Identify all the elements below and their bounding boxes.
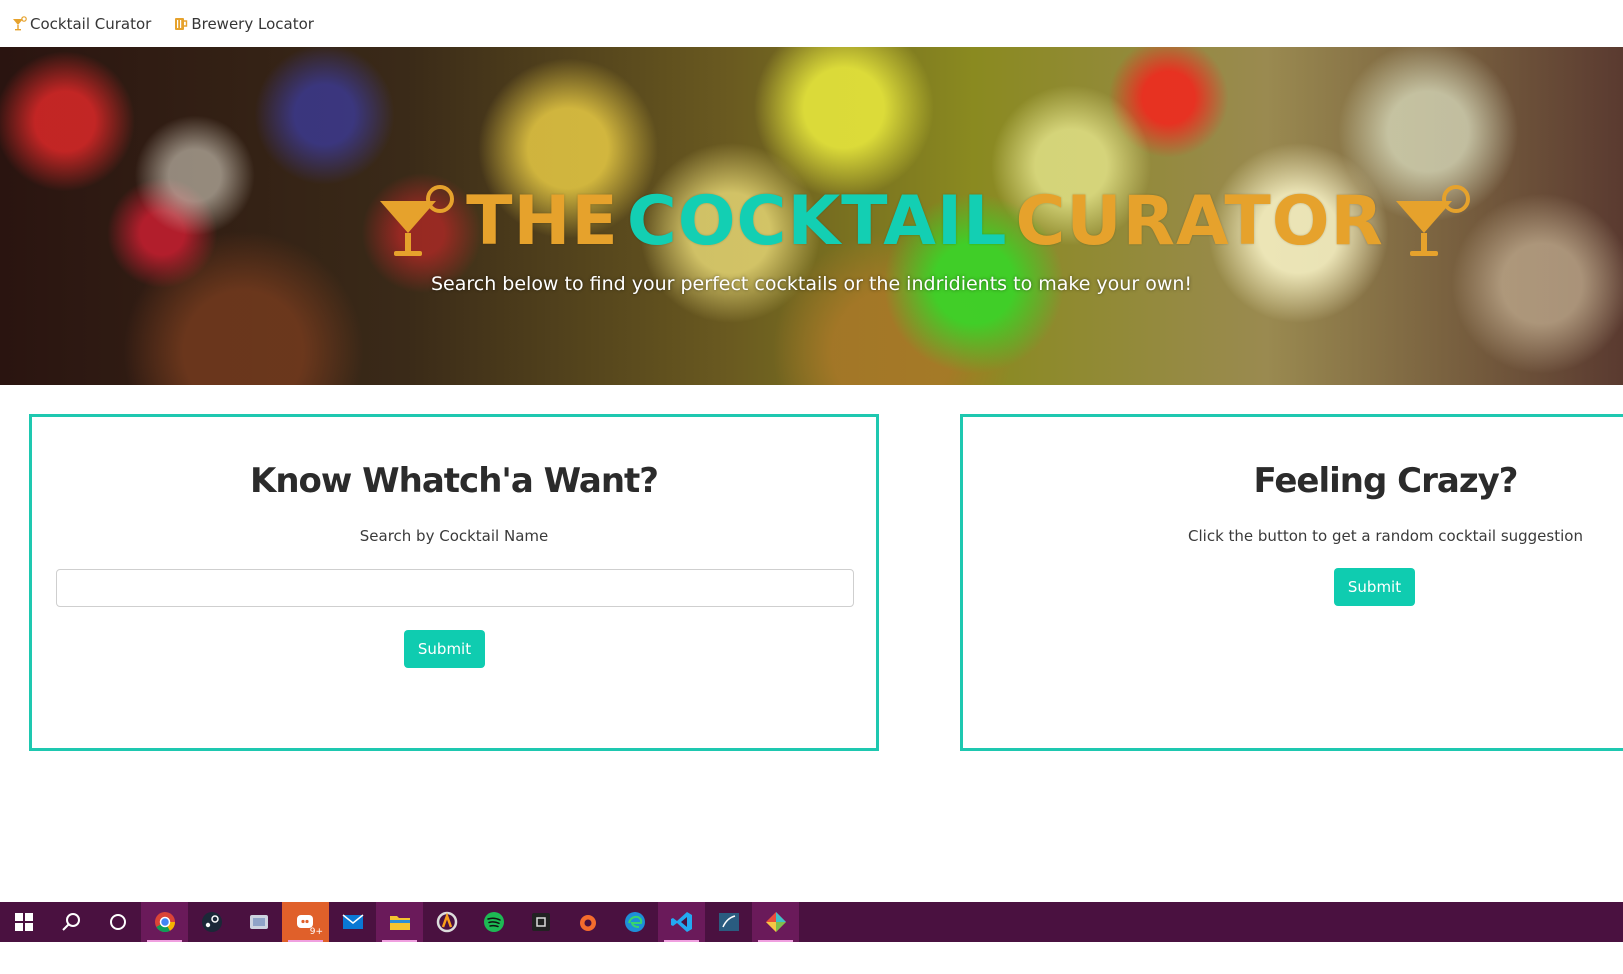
taskbar-search[interactable] — [47, 902, 94, 942]
cocktail-name-input[interactable] — [56, 569, 854, 607]
title-the: THE — [466, 182, 619, 261]
mysql-icon — [718, 913, 739, 931]
title-curator: CURATOR — [1015, 182, 1384, 261]
nav-label-brewery-locator: Brewery Locator — [191, 14, 314, 33]
taskbar-steam[interactable] — [188, 902, 235, 942]
git-kraken-icon — [765, 912, 786, 932]
taskbar-git-kraken[interactable] — [752, 902, 799, 942]
hero-title: THE COCKTAIL CURATOR — [340, 177, 1510, 267]
taskbar-discord[interactable]: 9+ — [282, 902, 329, 942]
cocktail-glass-icon — [13, 15, 27, 30]
mail-icon — [342, 914, 363, 929]
cocktail-glass-icon — [380, 185, 455, 256]
top-nav: Cocktail Curator Brewery Locator — [0, 0, 1623, 47]
taskbar-vscode[interactable] — [658, 902, 705, 942]
file-explorer-icon — [389, 916, 410, 930]
origin-icon — [579, 915, 596, 931]
random-cocktail-card: Feeling Crazy? Click the button to get a… — [960, 414, 1623, 751]
search-icon — [61, 913, 80, 931]
windows-taskbar: 9+ — [0, 902, 1623, 942]
random-card-description: Click the button to get a random cocktai… — [1188, 527, 1583, 545]
spotify-icon — [483, 912, 504, 932]
steam-icon — [201, 912, 222, 932]
taskbar-origin[interactable] — [564, 902, 611, 942]
hero-banner: THE COCKTAIL CURATOR Search below to fin… — [0, 47, 1623, 385]
taskbar-file-explorer[interactable] — [376, 902, 423, 942]
title-cocktail: COCKTAIL — [626, 182, 1008, 261]
hero-subtitle: Search below to find your perfect cockta… — [430, 273, 1193, 295]
search-card: Know Whatch'a Want? Search by Cocktail N… — [29, 414, 879, 751]
taskbar-terminal[interactable] — [517, 902, 564, 942]
taskbar-spotify[interactable] — [470, 902, 517, 942]
beer-mug-icon — [175, 17, 188, 30]
cortana-icon — [109, 914, 126, 930]
search-submit-button[interactable]: Submit — [404, 630, 485, 668]
taskbar-bottom-strip — [0, 942, 1623, 974]
snip-icon — [249, 915, 268, 929]
windows-start-icon — [14, 913, 33, 931]
nav-item-brewery-locator[interactable]: Brewery Locator — [173, 15, 314, 33]
vscode-icon — [670, 912, 692, 932]
search-card-heading: Know Whatch'a Want? — [249, 461, 659, 501]
taskbar-edge[interactable] — [611, 902, 658, 942]
taskbar-chrome[interactable] — [141, 902, 188, 942]
edge-icon — [624, 912, 645, 932]
terminal-icon — [531, 913, 550, 931]
random-card-heading: Feeling Crazy? — [1253, 461, 1519, 501]
nav-item-cocktail-curator[interactable]: Cocktail Curator — [12, 15, 151, 33]
start-button[interactable] — [0, 902, 47, 942]
search-card-description: Search by Cocktail Name — [359, 527, 549, 545]
taskbar-cortana[interactable] — [94, 902, 141, 942]
chrome-icon — [154, 912, 175, 933]
taskbar-snip[interactable] — [235, 902, 282, 942]
taskbar-overwatch[interactable] — [423, 902, 470, 942]
nav-label-cocktail-curator: Cocktail Curator — [30, 14, 152, 33]
cocktail-glass-icon — [1395, 185, 1470, 256]
overwatch-icon — [436, 911, 457, 933]
taskbar-mail[interactable] — [329, 902, 376, 942]
taskbar-mysql[interactable] — [705, 902, 752, 942]
random-submit-button[interactable]: Submit — [1334, 568, 1415, 606]
discord-badge: 9+ — [309, 927, 323, 937]
